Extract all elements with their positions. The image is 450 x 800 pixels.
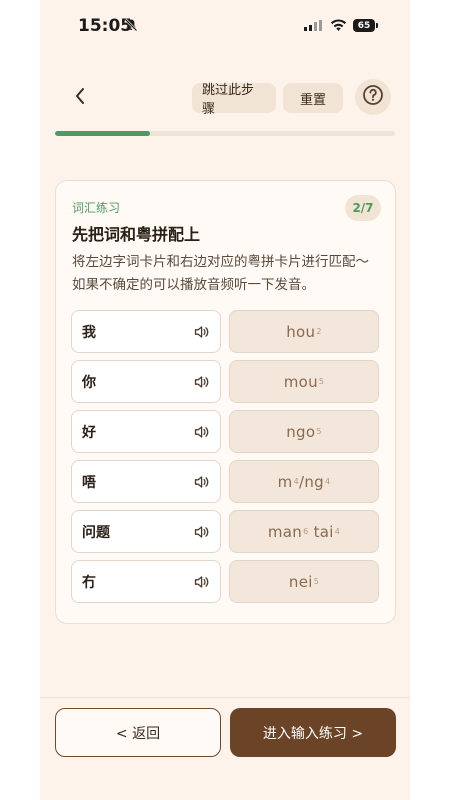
tone-number: 5 (313, 577, 320, 586)
jyutping-card[interactable]: hou 2 (229, 310, 379, 353)
word-label: 我 (82, 324, 96, 341)
word-label: 冇 (82, 574, 96, 591)
card-description: 将左边字词卡片和右边对应的粤拼卡片进行匹配～ 如果不确定的可以播放音频听一下发音… (72, 254, 369, 293)
progress-bar (55, 131, 395, 136)
card-title: 先把词和粤拼配上 (72, 225, 201, 244)
jyutping-syllable: tai (313, 522, 334, 541)
word-label: 你 (82, 374, 96, 391)
jyutping-card[interactable]: mou 5 (229, 360, 379, 403)
word-card[interactable]: 问题 (71, 510, 221, 553)
speaker-icon[interactable] (194, 575, 210, 589)
back-chevron-button[interactable] (68, 84, 92, 112)
back-button[interactable]: < 返回 (55, 708, 221, 757)
match-row: 冇 nei 5 (71, 560, 381, 603)
match-row: 问题 man 6 tai 4 (71, 510, 381, 553)
match-row: 唔 m 4/ng 4 (71, 460, 381, 503)
footer-divider (40, 697, 410, 698)
vocabulary-card: 词汇练习 2/7 先把词和粤拼配上 将左边字词卡片和右边对应的粤拼卡片进行匹配～… (55, 180, 396, 624)
tone-number: 4 (324, 477, 331, 486)
word-label: 好 (82, 424, 96, 441)
help-button[interactable] (355, 79, 391, 115)
reset-button[interactable]: 重置 (283, 83, 343, 113)
match-row: 你 mou 5 (71, 360, 381, 403)
match-row: 我 hou 2 (71, 310, 381, 353)
status-bar: 15:05 65 (40, 0, 410, 56)
match-row: 好 ngo 5 (71, 410, 381, 453)
speaker-icon[interactable] (194, 475, 210, 489)
word-card[interactable]: 好 (71, 410, 221, 453)
question-circle-icon (362, 84, 384, 110)
jyutping-card[interactable]: m 4/ng 4 (229, 460, 379, 503)
word-card[interactable]: 冇 (71, 560, 221, 603)
speaker-icon[interactable] (194, 425, 210, 439)
speaker-icon[interactable] (194, 525, 210, 539)
jyutping-syllable: man (267, 522, 303, 541)
jyutping-syllable: ng (304, 472, 324, 491)
progress-bar-fill (55, 131, 151, 136)
tone-number: 4 (334, 527, 341, 536)
tone-number: 5 (318, 377, 325, 386)
speaker-icon[interactable] (194, 375, 210, 389)
tone-number: 2 (316, 327, 322, 336)
cellular-signal-icon (304, 20, 322, 31)
tone-number: 5 (316, 427, 322, 436)
jyutping-syllable: mou (283, 372, 318, 391)
next-input-practice-button[interactable]: 进入输入练习 > (230, 708, 396, 757)
chevron-left-icon (73, 86, 87, 110)
word-card[interactable]: 你 (71, 360, 221, 403)
jyutping-syllable: nei (288, 572, 313, 591)
card-tag: 词汇练习 (72, 201, 121, 215)
word-card[interactable]: 我 (71, 310, 221, 353)
jyutping-card[interactable]: nei 5 (229, 560, 379, 603)
bell-slash-icon (124, 18, 138, 36)
skip-step-button[interactable]: 跳过此步骤 (192, 83, 276, 117)
jyutping-card[interactable]: man 6 tai 4 (229, 510, 379, 553)
jyutping-syllable: hou (286, 322, 316, 341)
app-screen: 15:05 65 跳过此步骤 重置 词汇练习 2/7 先把词和粤拼配上 将左边字… (40, 0, 410, 800)
wifi-icon (330, 17, 347, 36)
word-card[interactable]: 唔 (71, 460, 221, 503)
jyutping-card[interactable]: ngo 5 (229, 410, 379, 453)
step-counter-badge: 2/7 (345, 195, 381, 221)
jyutping-syllable: ngo (286, 422, 316, 441)
word-label: 问题 (82, 524, 110, 541)
jyutping-syllable: m (277, 472, 293, 491)
word-label: 唔 (82, 474, 96, 491)
speaker-icon[interactable] (194, 325, 210, 339)
battery-icon: 65 (353, 19, 378, 32)
